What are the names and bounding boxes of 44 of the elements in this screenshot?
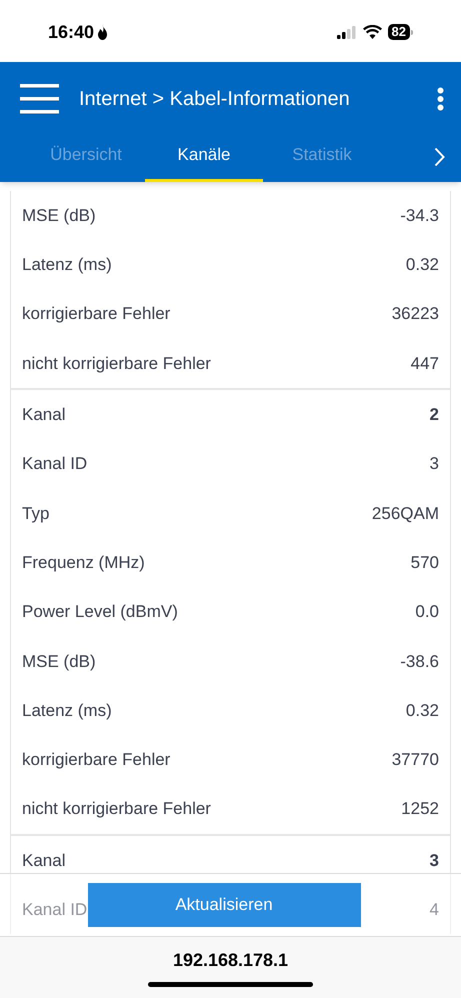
battery-level: 82 (388, 24, 410, 40)
row-label: Kanal ID (22, 899, 88, 922)
row-value: 0.32 (406, 700, 439, 722)
row-value: 1252 (401, 798, 439, 820)
row-label: Kanal ID (22, 453, 88, 476)
row-value: -34.3 (400, 204, 439, 227)
row-value: 4 (430, 899, 439, 922)
row-label: nicht korrigierbare Fehler (22, 352, 211, 375)
address-bar-url[interactable]: 192.168.178.1 (172, 947, 288, 974)
signal-icon (336, 26, 357, 38)
row-value: 36223 (392, 303, 439, 326)
tab[interactable]: Statistik (263, 135, 381, 182)
status-time: 16:40 (48, 20, 94, 44)
row-label: Latenz (ms) (22, 700, 112, 722)
tab[interactable]: Kanäle (145, 135, 263, 182)
page-title: Internet > Kabel-Informationen (79, 86, 350, 112)
row-label: Kanal (22, 404, 66, 426)
refresh-button[interactable]: Aktualisieren (88, 883, 360, 927)
row-label: Frequenz (MHz) (22, 552, 145, 574)
row-label: korrigierbare Fehler (22, 303, 170, 326)
row-value: 447 (410, 352, 439, 375)
row-value: 570 (410, 552, 439, 574)
row-value: -38.6 (400, 650, 439, 673)
row-value: 37770 (392, 749, 439, 772)
flame-icon (97, 24, 108, 40)
row-label: Typ (22, 502, 50, 525)
row-label: MSE (dB) (22, 650, 96, 673)
row-label: Kanal (22, 850, 66, 872)
chevron-right-icon[interactable] (434, 146, 445, 166)
row-value: 0.0 (415, 601, 439, 624)
wifi-icon (362, 25, 382, 39)
row-label: Latenz (ms) (22, 254, 112, 276)
row-value: 256QAM (372, 502, 439, 525)
row-value: 2 (430, 404, 439, 426)
row-label: korrigierbare Fehler (22, 749, 170, 772)
row-label: Power Level (dBmV) (22, 601, 178, 624)
row-label: MSE (dB) (22, 204, 96, 227)
more-options-icon[interactable] (437, 86, 444, 110)
row-value: 3 (430, 850, 439, 872)
menu-icon[interactable] (20, 84, 59, 114)
tab[interactable]: Übersicht (27, 135, 145, 182)
row-value: 0.32 (406, 254, 439, 276)
row-label: nicht korrigierbare Fehler (22, 798, 211, 820)
row-value: 3 (430, 453, 439, 476)
